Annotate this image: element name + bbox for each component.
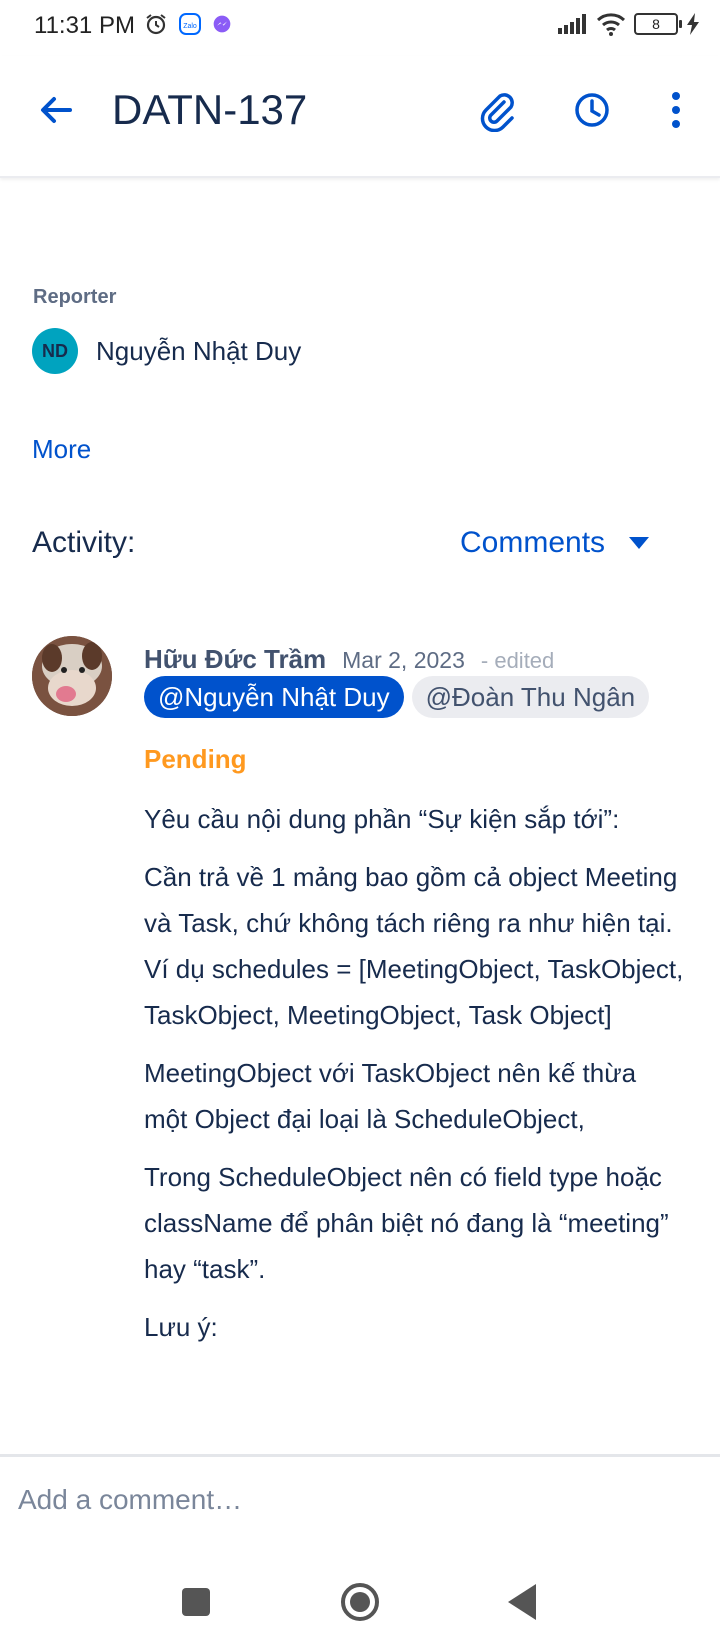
messenger-icon [213,15,231,33]
commenter-avatar[interactable] [32,636,112,716]
system-nav-bar [0,1560,720,1650]
mention-chip[interactable]: @Nguyễn Nhật Duy [144,676,404,718]
caret-down-icon [629,537,650,549]
comment-author[interactable]: Hữu Đức Trầm [144,644,326,675]
comment-date: Mar 2, 2023 [342,647,465,673]
reporter-avatar: ND [32,328,78,374]
comment-paragraph: Lưu ý: [144,1312,218,1342]
status-bar: 11:31 PM Zalo 8 [0,0,720,56]
add-comment-input[interactable] [16,1474,700,1526]
battery-icon: 8 [634,13,682,35]
reporter-row[interactable]: ND Nguyễn Nhật Duy [32,328,301,374]
signal-icon [558,14,586,34]
comment-edited-label: - edited [480,648,555,673]
recents-icon[interactable] [182,1588,210,1616]
mention-chip[interactable]: @Đoàn Thu Ngân [411,676,650,718]
charging-icon [687,13,699,35]
more-vertical-icon[interactable] [664,90,688,130]
svg-text:Zalo: Zalo [183,23,197,30]
zalo-icon: Zalo [179,13,201,35]
status-time: 11:31 PM [34,12,135,39]
paperclip-icon[interactable] [476,88,516,132]
more-link[interactable]: More [32,434,91,465]
wifi-icon [596,13,626,36]
activity-filter-label: Comments [460,526,606,559]
issue-key-title: DATN-137 [112,86,308,133]
back-arrow-icon[interactable] [36,90,76,130]
status-icons-left: Zalo [144,12,232,36]
comment-status-text: Pending [144,744,247,774]
alarm-icon [146,14,166,35]
comment-paragraph: Cần trả về 1 mảng bao gồm cả object Meet… [144,862,678,938]
comment-divider [0,1454,720,1457]
comment-body: Yêu cầu nội dung phần “Sự kiện sắp tới”:… [144,796,684,1362]
reporter-label: Reporter [33,286,117,308]
back-icon[interactable] [508,1584,538,1620]
dog-photo-icon [32,636,112,716]
app-bar: DATN-137 [0,56,720,178]
status-icons-right: 8 [558,12,700,36]
reporter-name: Nguyễn Nhật Duy [96,335,302,366]
comment-header: Hữu Đức Trầm Mar 2, 2023 - edited [144,644,554,675]
mention-list: @Nguyễn Nhật Duy @Đoàn Thu Ngân [144,676,650,718]
activity-label: Activity: [32,526,136,559]
comment-paragraph: Yêu cầu nội dung phần “Sự kiện sắp tới”: [144,804,620,834]
comment-paragraph: Ví dụ schedules = [MeetingObject, TaskOb… [144,954,684,1030]
comment-paragraph: Trong ScheduleObject nên có field type h… [144,1162,669,1284]
comment-paragraph: MeetingObject với TaskObject nên kế thừa… [144,1058,637,1134]
issue-page: 11:31 PM Zalo 8 DATN-137 Reporter ND Ngu… [0,0,720,1650]
activity-filter-dropdown[interactable]: Comments [460,526,650,560]
clock-icon[interactable] [572,90,612,130]
home-icon[interactable] [340,1582,380,1622]
